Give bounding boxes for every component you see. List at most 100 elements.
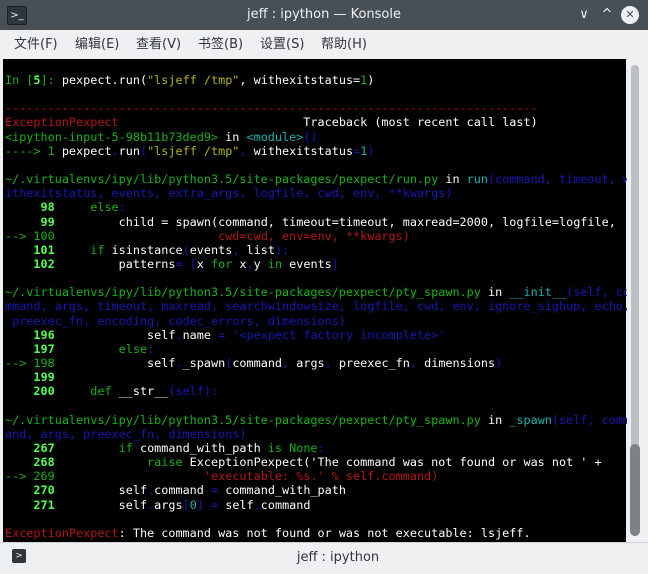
terminal-text: dimensions [417, 356, 496, 370]
terminal-text: ~/.virtualenvs/ipy/lib/python3.5/site-pa… [5, 412, 481, 427]
terminal-line: 197 else: [5, 342, 154, 356]
terminal-line: preexec_fn, encoding, codec_errors, dime… [5, 314, 346, 328]
terminal-text: ----> 1 [5, 143, 62, 158]
terminal-text: self [61, 356, 176, 370]
terminal-text: ]: [40, 73, 62, 87]
terminal-line: ExceptionPexpect Traceback (most recent … [5, 115, 538, 129]
terminal-text: preexec_fn [331, 356, 410, 370]
minimize-icon[interactable]: ∨ [575, 6, 593, 24]
terminal-text: (self): [168, 384, 219, 399]
terminal-text: = [ [175, 256, 197, 271]
terminal-text: = [218, 327, 233, 342]
terminal-text: <ipython-input-5-98b11b73ded9> [5, 129, 219, 144]
maximize-icon[interactable]: ^ [598, 6, 616, 24]
terminal-line: 200 def __str__(self): [5, 384, 218, 398]
terminal-text: if [61, 242, 112, 257]
terminal-text: --> 269 [5, 469, 62, 484]
terminal-line: ~/.virtualenvs/ipy/lib/python3.5/site-pa… [5, 285, 630, 299]
terminal-text: if [61, 440, 140, 455]
terminal-text: , [409, 356, 418, 370]
terminal-text: In [ [5, 73, 34, 87]
terminal-line: ithexitstatus, events, extra_args, logfi… [5, 186, 452, 200]
terminal-text: def [61, 384, 119, 399]
terminal-text: for [211, 256, 240, 271]
terminal-text: in [438, 172, 467, 187]
terminal-text: preexec_fn, encoding, codec_errors, dime… [5, 313, 346, 328]
terminal-line: --> 100 cwd=cwd, env=env, **kwargs) [5, 229, 410, 243]
terminal-text: in [480, 412, 510, 427]
terminal-line: 98 else: [5, 200, 126, 214]
terminal-text: ithexitstatus, events, extra_args, logfi… [5, 186, 453, 201]
terminal-text: run [118, 143, 140, 158]
terminal-text: withexitstatus [246, 143, 354, 158]
terminal-text: x [196, 256, 211, 271]
terminal-text: "lsjeff /tmp" [147, 143, 240, 158]
terminal-text: : [317, 440, 325, 455]
terminal-text: x [239, 256, 247, 271]
terminal-text: : [147, 341, 155, 356]
terminal-text: "lsjeff /tmp" [147, 73, 240, 87]
terminal-text: (self, co [566, 285, 631, 300]
terminal-text: --> 100 [5, 228, 62, 243]
menu-bookmarks[interactable]: 书签(B) [198, 30, 243, 59]
terminal-text: patterns [61, 256, 176, 271]
terminal-text: , [239, 143, 247, 158]
terminal-line: ~/.virtualenvs/ipy/lib/python3.5/site-pa… [5, 172, 630, 186]
terminal-text: Traceback (most recent call last) [118, 115, 538, 130]
terminal-text: ExceptionPexpect [5, 525, 119, 540]
close-icon[interactable]: ✕ [621, 6, 639, 24]
terminal-line: 199 [5, 370, 62, 384]
terminal-text: , [324, 356, 332, 370]
terminal-text: is [267, 440, 290, 455]
terminal-text: (self, comm [551, 412, 631, 427]
terminal-line: --> 269 'executable: %s.' % self.command… [5, 469, 438, 483]
terminal-line: <ipython-input-5-98b11b73ded9> in <modul… [5, 130, 318, 144]
terminal-text: (command, timeout, w [487, 172, 631, 187]
terminal-text: <module> [246, 129, 304, 144]
terminal-output[interactable]: In [5]: pexpect.run("lsjeff /tmp", withe… [3, 59, 630, 542]
terminal-text: _spawn [182, 356, 226, 370]
menu-help[interactable]: 帮助(H) [321, 30, 367, 59]
terminal-text: 197 [5, 341, 62, 356]
scrollbar-thumb[interactable] [630, 444, 640, 536]
terminal-text: self [61, 497, 148, 512]
menu-view[interactable]: 查看(V) [136, 30, 181, 59]
terminal-text: --> 198 [5, 356, 62, 370]
terminal-text: command [232, 356, 283, 370]
title-bar[interactable]: >_ jeff : ipython — Konsole ∨ ^ ✕ [0, 0, 648, 30]
terminal-text: raise [61, 455, 190, 470]
terminal-line: 268 raise ExceptionPexpect('The command … [5, 455, 602, 470]
terminal-line: mmand, args, timeout, maxread, searchwin… [5, 299, 630, 313]
terminal-line: 270 self.command = command_with_path [5, 483, 346, 497]
tab-bar: > jeff : ipython [0, 542, 648, 574]
terminal-text: ): [274, 242, 290, 257]
terminal-text: 0 [189, 497, 197, 512]
terminal-text: isinstance [111, 242, 183, 257]
terminal-text: events [189, 242, 233, 257]
menu-bar: 文件(F) 编辑(E) 查看(V) 书签(B) 设置(S) 帮助(H) [0, 30, 648, 59]
terminal-line: ~/.virtualenvs/ipy/lib/python3.5/site-pa… [5, 413, 630, 427]
terminal-text: ExceptionPexpect [5, 115, 119, 130]
terminal-text: 267 [5, 440, 62, 455]
menu-file[interactable]: 文件(F) [14, 30, 58, 59]
terminal-text: else [61, 200, 119, 215]
terminal-text: run [466, 172, 488, 187]
terminal-text: in [267, 256, 290, 271]
menu-settings[interactable]: 设置(S) [260, 30, 304, 59]
tab-session[interactable]: jeff : ipython [36, 546, 640, 570]
terminal-text: . [253, 497, 261, 512]
terminal-text: None [289, 440, 318, 455]
menu-edit[interactable]: 编辑(E) [75, 30, 119, 59]
terminal-text: 102 [5, 256, 62, 271]
scrollbar[interactable] [627, 59, 643, 542]
terminal-text: ) [367, 73, 375, 87]
terminal-text: , withexitstatus= [239, 73, 361, 87]
terminal-text: 98 [5, 200, 62, 215]
terminal-text: list [239, 242, 275, 257]
terminal-text: ----------------------------------------… [5, 101, 538, 116]
terminal-text: : [118, 200, 126, 215]
terminal-text: ExceptionPexpect('The command was not fo… [189, 455, 602, 470]
terminal-text: = [211, 483, 226, 498]
terminal-text: 99 [5, 214, 62, 229]
terminal-text: command [154, 483, 211, 498]
